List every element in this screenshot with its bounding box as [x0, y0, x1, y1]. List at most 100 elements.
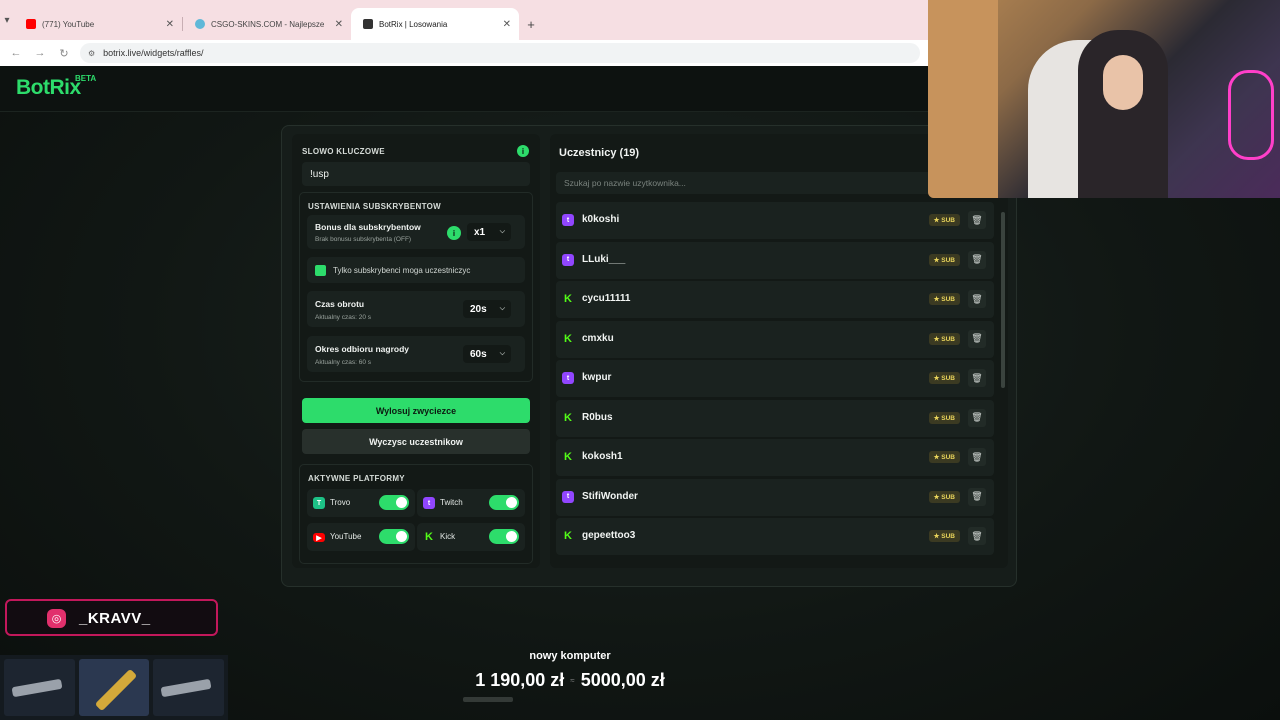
botrix-logo[interactable]: BotRix [16, 76, 81, 100]
keyword-input[interactable] [302, 162, 530, 186]
bonus-multiplier-select[interactable]: x1 ⌵ [467, 223, 511, 241]
trash-icon[interactable]: 🗑 [968, 329, 986, 348]
claim-time-subtitle: Aktualny czas: 60 s [315, 359, 371, 366]
tab-list-chevron-icon[interactable]: ▾ [0, 0, 14, 40]
trash-icon[interactable]: 🗑 [968, 290, 986, 308]
trovo-toggle[interactable] [379, 495, 409, 510]
new-tab-button[interactable]: + [519, 8, 543, 40]
sub-badge: ★ SUB [928, 293, 960, 305]
subscriber-settings: USTAWIENIA SUBSKRYBENTOW Bonus dla subsk… [299, 192, 533, 382]
claim-time-select[interactable]: 60s ⌵ [463, 345, 511, 363]
cam-streamer-face [1103, 55, 1143, 110]
close-tab-icon[interactable]: ✕ [166, 19, 174, 30]
participant-name: kokosh1 [582, 451, 623, 462]
participant-name: gepeettoo3 [582, 530, 636, 541]
goal-target-amount: 5000,00 zł [580, 670, 665, 690]
browser-tab-bar: ▾ (771) YouTube ✕ CSGO-SKINS.COM - Najle… [0, 0, 930, 40]
participant-row[interactable]: t kwpur ★ SUB 🗑 [556, 360, 994, 397]
instagram-icon: ◎ [47, 609, 66, 628]
platform-name: YouTube [330, 532, 362, 541]
csgo-favicon-icon [195, 19, 205, 29]
keyword-label: SLOWO KLUCZOWE [302, 147, 385, 156]
participant-row[interactable]: Kgepeettoo3 ★ SUB 🗑 [556, 518, 994, 555]
youtube-favicon-icon [26, 19, 36, 29]
sub-badge: ★ SUB [928, 530, 960, 542]
trash-icon[interactable]: 🗑 [968, 448, 986, 466]
participant-list-scrollbar[interactable] [1001, 212, 1005, 388]
raffle-settings: SLOWO KLUCZOWE i USTAWIENIA SUBSKRYBENTO… [292, 134, 540, 568]
subs-only-row[interactable]: Tylko subskrybenci moga uczestniczyc [307, 257, 525, 283]
participant-row[interactable]: t LLuki___ ★ SUB 🗑 [556, 241, 994, 279]
twitch-icon: t [562, 372, 574, 384]
spin-time-title: Czas obrotu [315, 299, 365, 309]
info-icon[interactable]: i [447, 226, 461, 240]
participant-row[interactable]: Kcycu11111 ★ SUB 🗑 [556, 281, 994, 318]
participant-row[interactable]: K R0bus ★ SUB 🗑 [556, 399, 994, 437]
tab-title: CSGO-SKINS.COM - Najlepsze [211, 19, 325, 29]
participants-title: Uczestnicy (19) [559, 147, 640, 159]
goal-current-amount: 1 190,00 zł [475, 670, 565, 690]
claim-time-row: Okres odbioru nagrody Aktualny czas: 60 … [307, 336, 525, 372]
participant-name: cycu11111 [582, 293, 631, 304]
forward-arrow-icon[interactable]: → [28, 43, 52, 63]
tab-botrix[interactable]: BotRix | Losowania ✕ [351, 8, 519, 40]
active-platforms-title: AKTYWNE PLATFORMY [308, 474, 405, 483]
platform-youtube: ▶ YouTube [307, 523, 415, 551]
kick-toggle[interactable] [489, 529, 519, 544]
platform-kick: K Kick [417, 523, 525, 551]
clear-participants-button[interactable]: Wyczysc uczestnikow [302, 429, 530, 454]
twitch-toggle[interactable] [489, 495, 519, 510]
spin-time-value: 20s [470, 303, 487, 315]
subs-only-checkbox[interactable] [315, 265, 326, 276]
claim-time-value: 60s [470, 348, 487, 360]
participant-row[interactable]: t k0koshi ★ SUB 🗑 [556, 202, 994, 239]
draw-winner-button[interactable]: Wylosuj zwyciezce [302, 398, 530, 423]
tab-title: (771) YouTube [42, 19, 95, 29]
url-field[interactable]: ⚙ botrix.live/widgets/raffles/ [80, 43, 920, 63]
trash-icon[interactable]: 🗑 [968, 408, 986, 427]
participant-row[interactable]: Kkokosh1 ★ SUB 🗑 [556, 439, 994, 476]
donation-goal-progress-bar [463, 697, 513, 702]
instagram-overlay: ◎ _KRAVV_ [5, 599, 218, 636]
back-arrow-icon[interactable]: ← [4, 43, 28, 63]
sub-badge: ★ SUB [928, 451, 960, 463]
chevron-down-icon: ⌵ [499, 228, 505, 235]
instagram-handle: _KRAVV_ [79, 610, 151, 627]
tab-csgo-skins[interactable]: CSGO-SKINS.COM - Najlepsze ✕ [183, 8, 351, 40]
kick-icon: K [564, 530, 572, 542]
twitch-icon: t [562, 490, 574, 503]
participant-name: cmxku [582, 332, 614, 344]
subs-only-label: Tylko subskrybenci moga uczestniczyc [333, 266, 471, 275]
bonus-multiplier-value: x1 [474, 226, 486, 238]
tab-youtube[interactable]: (771) YouTube ✕ [14, 8, 182, 40]
info-icon[interactable]: i [517, 145, 529, 157]
trash-icon[interactable]: 🗑 [968, 527, 986, 545]
participant-list: t k0koshi ★ SUB 🗑 t LLuki___ ★ SUB 🗑 Kcycu11111 ★… [556, 202, 994, 558]
address-bar: ← → ↻ ⚙ botrix.live/widgets/raffles/ [0, 40, 930, 66]
spin-time-select[interactable]: 20s ⌵ [463, 300, 511, 318]
reload-icon[interactable]: ↻ [52, 43, 76, 63]
platform-name: Kick [440, 532, 456, 541]
close-tab-icon[interactable]: ✕ [503, 19, 511, 30]
site-info-icon[interactable]: ⚙ [88, 49, 95, 58]
platform-twitch: t Twitch [417, 489, 525, 517]
trash-icon[interactable]: 🗑 [968, 211, 986, 229]
platform-name: Twitch [440, 498, 463, 507]
claim-time-title: Okres odbioru nagrody [315, 344, 409, 354]
goal-separator: ≈ [570, 676, 575, 685]
close-tab-icon[interactable]: ✕ [335, 19, 343, 30]
tab-title: BotRix | Losowania [379, 19, 448, 29]
trash-icon[interactable]: 🗑 [968, 487, 986, 506]
sub-badge: ★ SUB [928, 214, 960, 226]
platform-trovo: T Trovo [307, 489, 415, 517]
participant-row[interactable]: Kcmxku ★ SUB 🗑 [556, 320, 994, 358]
participant-name: StifiWonder [582, 490, 638, 502]
sub-badge: ★ SUB [928, 253, 960, 266]
trash-icon[interactable]: 🗑 [968, 369, 986, 387]
kick-icon: K [564, 411, 572, 424]
participant-row[interactable]: t StifiWonder ★ SUB 🗑 [556, 478, 994, 516]
participant-name: R0bus [582, 411, 613, 423]
kick-icon: K [425, 531, 433, 543]
youtube-toggle[interactable] [379, 529, 409, 544]
trash-icon[interactable]: 🗑 [968, 250, 986, 269]
